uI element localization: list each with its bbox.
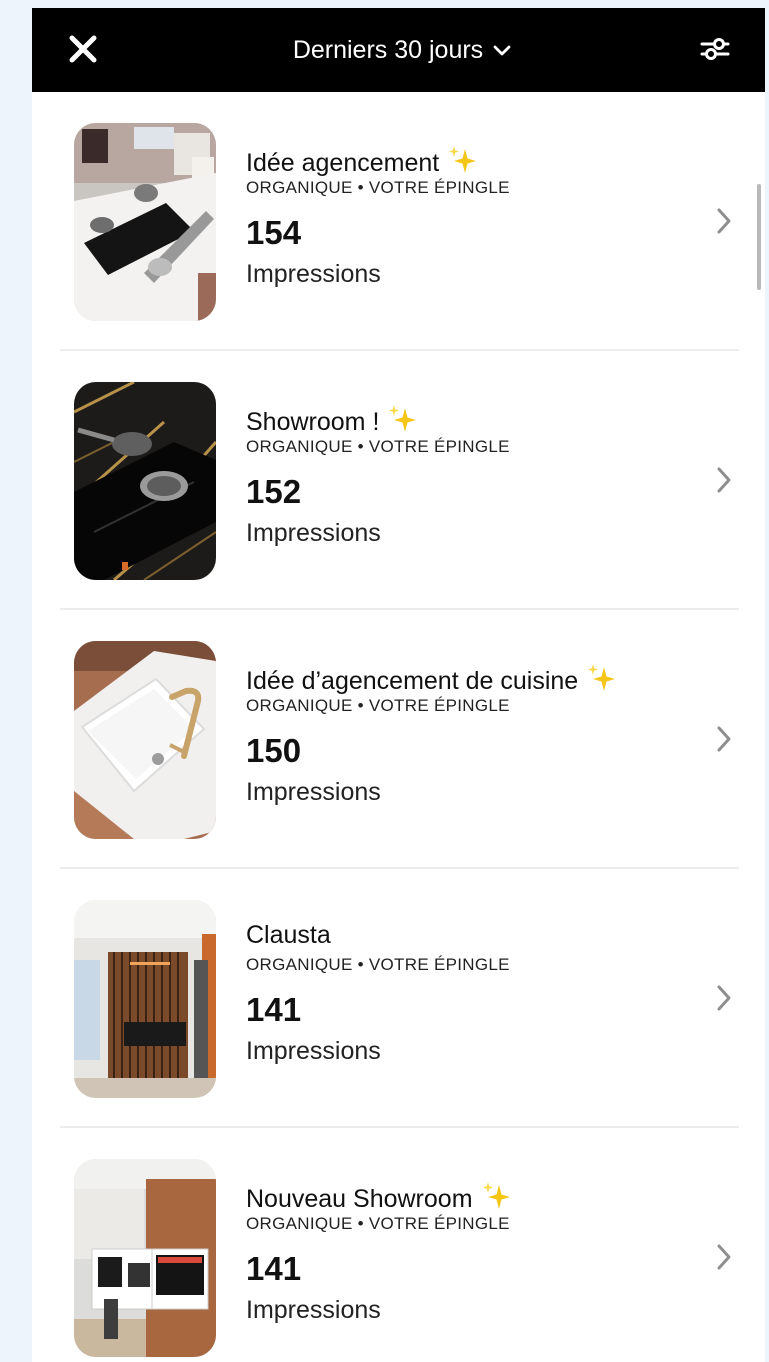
- sparkles-icon: [389, 405, 417, 432]
- chevron-right-icon[interactable]: [712, 204, 736, 238]
- pin-title: Idée agencement: [246, 144, 477, 178]
- pin-stats-panel: Derniers 30 jours Idée agencement ORGANI…: [32, 8, 765, 1362]
- impressions-label: Impressions: [246, 519, 381, 547]
- pin-source: ORGANIQUE • VOTRE ÉPINGLE: [246, 696, 510, 715]
- impressions-count: 154: [246, 214, 302, 251]
- date-range-label: Derniers 30 jours: [292, 35, 484, 64]
- pin-title: Nouveau Showroom: [246, 1180, 511, 1214]
- close-icon: [69, 35, 97, 63]
- impressions-label: Impressions: [246, 1296, 381, 1324]
- pin-source: ORGANIQUE • VOTRE ÉPINGLE: [246, 955, 510, 974]
- chevron-right-icon[interactable]: [712, 981, 736, 1015]
- impressions-label: Impressions: [246, 778, 381, 806]
- chevron-down-icon: [493, 45, 511, 57]
- pin-thumbnail: [74, 900, 216, 1098]
- impressions-label: Impressions: [246, 260, 381, 288]
- sparkles-icon: [482, 1182, 510, 1209]
- pin-thumbnail: [74, 123, 216, 321]
- date-range-dropdown[interactable]: Derniers 30 jours: [232, 28, 572, 72]
- pin-source: ORGANIQUE • VOTRE ÉPINGLE: [246, 437, 510, 456]
- top-bar: Derniers 30 jours: [32, 8, 765, 92]
- impressions-count: 152: [246, 473, 302, 510]
- pin-list: Idée agencement ORGANIQUE • VOTRE ÉPINGL…: [32, 92, 765, 1362]
- pin-source: ORGANIQUE • VOTRE ÉPINGLE: [246, 178, 510, 197]
- chevron-right-icon[interactable]: [712, 722, 736, 756]
- pin-thumbnail: [74, 382, 216, 580]
- pin-title: Idée d’agencement de cuisine: [246, 662, 616, 696]
- pin-thumbnail: [74, 641, 216, 839]
- scrollbar[interactable]: [757, 184, 761, 290]
- sparkles-icon: [588, 664, 616, 691]
- impressions-count: 141: [246, 991, 302, 1028]
- pin-row[interactable]: Nouveau Showroom ORGANIQUE • VOTRE ÉPING…: [32, 1128, 765, 1362]
- pin-thumbnail: [74, 1159, 216, 1357]
- pin-row[interactable]: Clausta ORGANIQUE • VOTRE ÉPINGLE 141 Im…: [32, 869, 765, 1128]
- pin-source: ORGANIQUE • VOTRE ÉPINGLE: [246, 1214, 510, 1233]
- pin-row[interactable]: Idée agencement ORGANIQUE • VOTRE ÉPINGL…: [32, 92, 765, 351]
- pin-title: Clausta: [246, 921, 331, 949]
- close-button[interactable]: [60, 26, 106, 72]
- sparkles-icon: [449, 146, 477, 173]
- pin-row[interactable]: Showroom ! ORGANIQUE • VOTRE ÉPINGLE 152…: [32, 351, 765, 610]
- sliders-icon: [700, 38, 730, 60]
- filter-button[interactable]: [692, 26, 738, 72]
- impressions-count: 150: [246, 732, 302, 769]
- pin-title: Showroom !: [246, 403, 417, 437]
- chevron-right-icon[interactable]: [712, 1240, 736, 1274]
- pin-row[interactable]: Idée d’agencement de cuisine ORGANIQUE •…: [32, 610, 765, 869]
- chevron-right-icon[interactable]: [712, 463, 736, 497]
- impressions-label: Impressions: [246, 1037, 381, 1065]
- impressions-count: 141: [246, 1250, 302, 1287]
